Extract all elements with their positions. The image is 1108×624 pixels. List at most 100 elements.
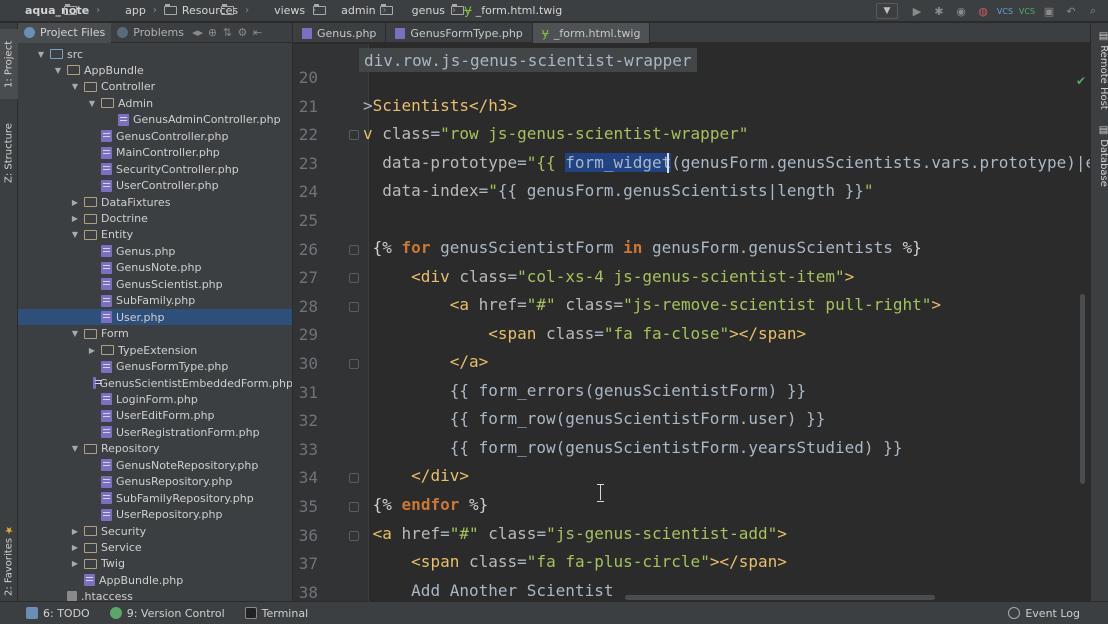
tree-file[interactable]: GenusRepository.php — [18, 474, 292, 490]
tree-file[interactable]: SubFamily.php — [18, 293, 292, 309]
folder-icon — [84, 213, 97, 224]
chevron-down-icon[interactable]: ▼ — [36, 50, 46, 59]
tab-genus-form-type-php[interactable]: GenusFormType.php — [386, 23, 533, 43]
chevron-right-icon[interactable]: ▶ — [70, 559, 80, 568]
chevron-down-icon[interactable]: ▼ — [87, 99, 97, 108]
fold-marker-icon[interactable] — [349, 273, 359, 284]
compare-icon[interactable]: ▣ — [1040, 2, 1058, 20]
run-icon[interactable]: ▶ — [908, 2, 926, 20]
tree-file[interactable]: UserController.php — [18, 178, 292, 194]
tree-file[interactable]: Genus.php — [18, 243, 292, 259]
coverage-icon[interactable]: ◉ — [952, 2, 970, 20]
tree-folder[interactable]: ▶ Service — [18, 540, 292, 556]
tree-file[interactable]: AppBundle.php — [18, 572, 292, 588]
run-config-dropdown[interactable]: ▼ — [876, 3, 898, 19]
editor-breadcrumb[interactable]: div.row.js-genus-scientist-wrapper — [359, 48, 697, 72]
todo-tool-button[interactable]: 6: TODO — [26, 607, 90, 620]
tree-file[interactable]: GenusFormType.php — [18, 359, 292, 375]
favorites-tool-tab[interactable]: 2: Favorites ★ — [0, 521, 18, 599]
tree-item-label: UserRepository.php — [116, 508, 223, 522]
tree-folder[interactable]: ▼ Controller — [18, 79, 292, 95]
tree-file[interactable]: MainController.php — [18, 145, 292, 161]
tree-file[interactable]: GenusScientistEmbeddedForm.php — [18, 375, 292, 391]
chevron-right-icon[interactable]: ▶ — [70, 198, 80, 207]
tree-folder[interactable]: ▼ src — [18, 46, 292, 62]
vcs-commit-icon[interactable]: VCS — [1018, 2, 1036, 20]
crumb-views[interactable]: views › — [257, 4, 327, 17]
tree-file[interactable]: .htaccess — [18, 589, 292, 601]
debug-icon[interactable]: ✱ — [930, 2, 948, 20]
chevron-right-icon[interactable]: ▶ — [70, 527, 80, 536]
tree-folder[interactable]: ▶ Twig — [18, 556, 292, 572]
tree-file[interactable]: GenusAdminController.php — [18, 112, 292, 128]
fold-marker-icon[interactable] — [349, 473, 359, 484]
code-line-22: v class="row js-genus-scientist-wrapper" — [363, 124, 749, 143]
structure-tool-tab[interactable]: Z: Structure — [0, 107, 18, 199]
crumb-app[interactable]: app › — [108, 4, 178, 17]
vertical-scrollbar[interactable] — [1080, 294, 1085, 484]
gear-icon[interactable]: ⚙ — [235, 26, 250, 39]
database-tool-tab[interactable]: ▤ Database — [1091, 125, 1108, 205]
tree-folder[interactable]: ▼ Entity — [18, 227, 292, 243]
fold-marker-icon[interactable] — [349, 530, 359, 541]
crumb-form-twig[interactable]: ɏ _form.html.twig — [464, 3, 565, 18]
hide-panel-icon[interactable]: ⇤ — [250, 26, 265, 39]
line-number: 32 — [298, 411, 318, 431]
remote-host-tool-tab[interactable]: ▤ Remote Host — [1091, 31, 1108, 121]
tree-file[interactable]: User.php — [18, 309, 292, 326]
target-icon[interactable]: ⊕ — [205, 26, 220, 39]
chevron-right-icon[interactable]: ▶ — [70, 543, 80, 552]
code-editor[interactable]: 20 21 22 23 24 25 26 27 28 29 30 31 32 33 34 35 36 37 38 >… — [293, 44, 1090, 601]
tree-folder[interactable]: ▶ Doctrine — [18, 211, 292, 227]
tree-file[interactable]: SubFamilyRepository.php — [18, 490, 292, 506]
search-everywhere-icon[interactable]: ⌕ — [1084, 2, 1102, 20]
tab-genus-php[interactable]: Genus.php — [293, 23, 387, 43]
crumb-resources[interactable]: Resources › — [165, 4, 249, 17]
tree-file[interactable]: GenusController.php — [18, 128, 292, 144]
crumb-aqua-note[interactable]: aqua_note › — [8, 4, 100, 17]
tree-folder[interactable]: ▼ AppBundle — [18, 62, 292, 78]
horizontal-scrollbar[interactable] — [625, 595, 935, 600]
chevron-right-icon[interactable]: ▶ — [87, 346, 97, 355]
revert-icon[interactable]: ↶ — [1062, 2, 1080, 20]
tree-file[interactable]: GenusNoteRepository.php — [18, 457, 292, 473]
tree-file[interactable]: UserRepository.php — [18, 507, 292, 523]
tree-file[interactable]: GenusNote.php — [18, 260, 292, 276]
tree-folder[interactable]: ▼ Repository — [18, 441, 292, 457]
chevron-down-icon[interactable]: ▼ — [70, 329, 80, 338]
fold-marker-icon[interactable] — [349, 502, 359, 512]
fold-marker-icon[interactable] — [349, 301, 359, 312]
chevron-down-icon[interactable]: ▼ — [70, 444, 80, 453]
tree-folder[interactable]: ▼ Form — [18, 326, 292, 342]
tab-problems[interactable]: Problems — [111, 23, 190, 43]
tree-folder[interactable]: ▶ Security — [18, 523, 292, 539]
crumb-admin[interactable]: admin › — [324, 4, 394, 17]
tab-form-html-twig[interactable]: ɏ _form.html.twig — [532, 23, 651, 43]
tree-folder[interactable]: ▼ Admin — [18, 95, 292, 111]
chevron-down-icon[interactable]: ▼ — [70, 82, 80, 91]
tab-project-files[interactable]: Project Files — [18, 23, 112, 43]
line-number: 22 — [298, 125, 318, 145]
tree-folder[interactable]: ▶ DataFixtures — [18, 194, 292, 210]
tree-file[interactable]: UserEditForm.php — [18, 408, 292, 424]
terminal-tool-button[interactable]: Terminal — [244, 607, 308, 620]
tree-folder[interactable]: ▶ TypeExtension — [18, 342, 292, 358]
tree-file[interactable]: UserRegistrationForm.php — [18, 424, 292, 440]
vcs-update-icon[interactable]: VCS — [996, 2, 1014, 20]
fold-marker-icon[interactable] — [349, 359, 359, 369]
fold-marker-icon[interactable] — [349, 244, 359, 255]
chevron-right-icon[interactable]: ▶ — [70, 214, 80, 223]
version-control-tool-button[interactable]: 9: Version Control — [109, 607, 225, 620]
project-tool-tab[interactable]: 1: Project — [0, 29, 18, 99]
tree-file[interactable]: LoginForm.php — [18, 391, 292, 407]
collapse-icon[interactable]: ◂▸ — [190, 26, 205, 39]
event-log-button[interactable]: Event Log — [1008, 607, 1080, 620]
crumb-genus[interactable]: genus › — [395, 4, 464, 17]
profile-icon[interactable]: ◍ — [974, 2, 992, 20]
chevron-down-icon[interactable]: ▼ — [70, 230, 80, 239]
chevron-down-icon[interactable]: ▼ — [53, 66, 63, 75]
tree-file[interactable]: SecurityController.php — [18, 161, 292, 177]
expand-icon[interactable]: ⇅ — [220, 26, 235, 39]
fold-marker-icon[interactable] — [349, 130, 359, 141]
tree-file[interactable]: GenusScientist.php — [18, 276, 292, 292]
